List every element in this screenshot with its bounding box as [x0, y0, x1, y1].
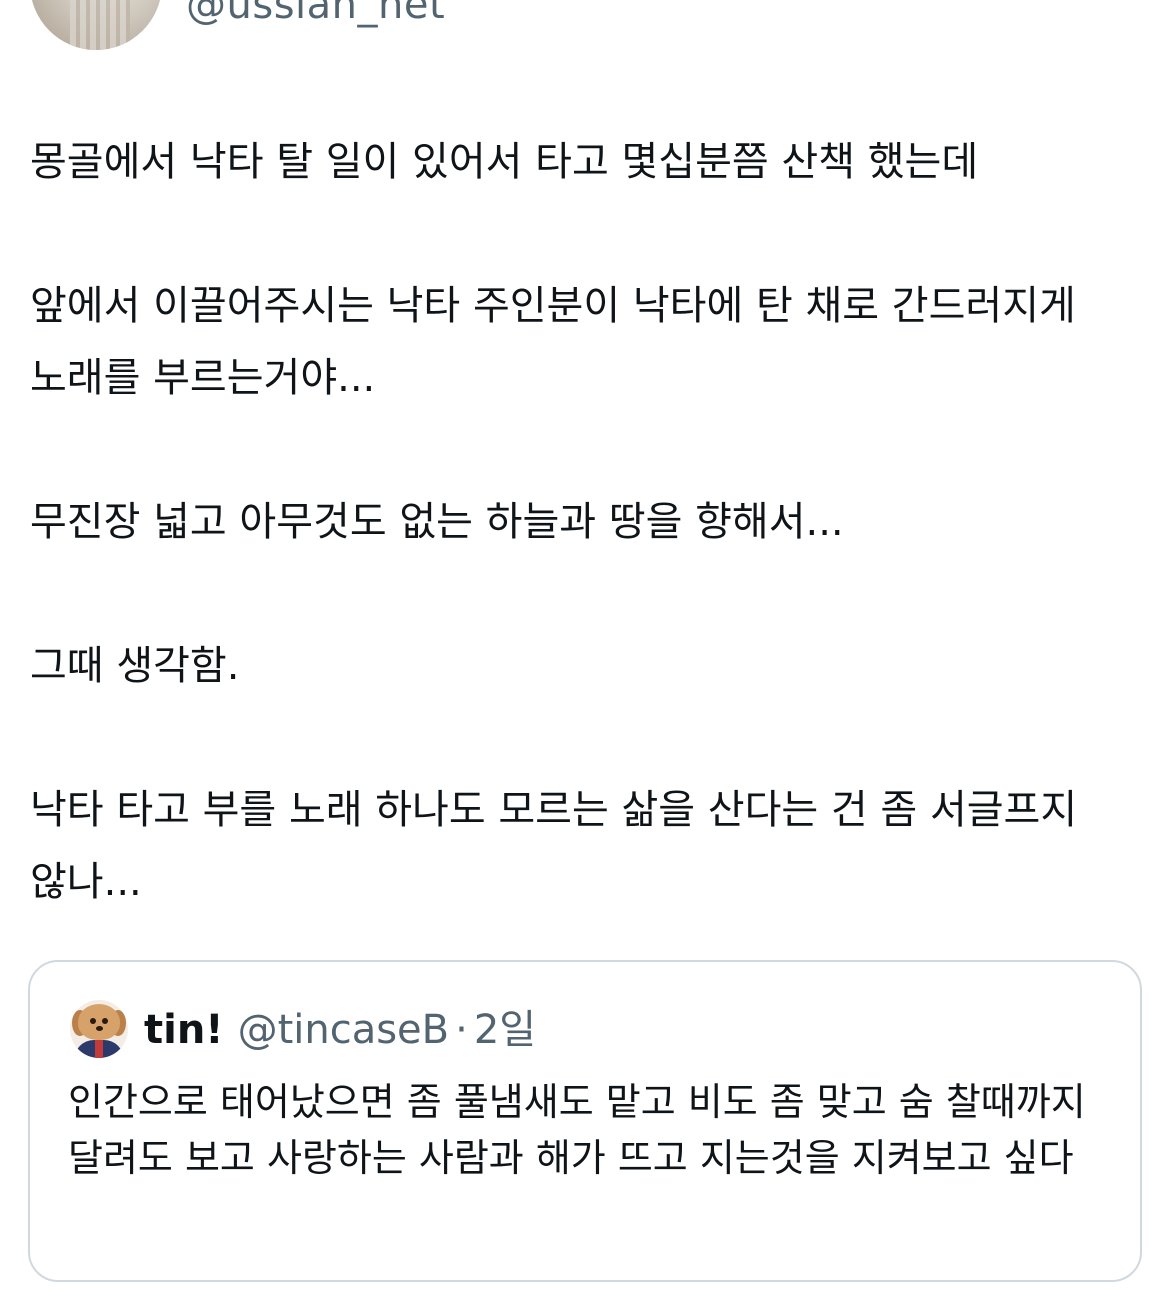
- dog-face: [78, 1004, 120, 1040]
- dog-eye-right: [102, 1018, 108, 1024]
- quoted-author-name[interactable]: tin!: [144, 1007, 224, 1053]
- tweet-paragraph: 낙타 타고 부를 노래 하나도 모르는 삶을 산다는 건 좀 서글프지 않나..…: [30, 787, 1078, 905]
- tweet-paragraph: 몽골에서 낙타 탈 일이 있어서 타고 몇십분쯤 산책 했는데: [30, 139, 979, 185]
- tweet-paragraph: 무진장 넓고 아무것도 없는 하늘과 땅을 향해서...: [30, 499, 844, 545]
- tweet-header: @ussian_net: [0, 0, 1170, 60]
- quoted-tweet-card[interactable]: tin! @tincaseB · 2일 인간으로 태어났으면 좀 풀냄새도 맡고 비도…: [28, 960, 1142, 1282]
- quoted-tweet-text: 인간으로 태어났으면 좀 풀냄새도 맡고 비도 좀 맞고 숨 찰때까지 달려도 …: [68, 1080, 1086, 1180]
- dog-tie: [95, 1040, 103, 1058]
- tweet-paragraph: 그때 생각함.: [30, 643, 240, 689]
- author-avatar[interactable]: [30, 0, 162, 50]
- dog-eye-left: [90, 1018, 96, 1024]
- quoted-tweet-time[interactable]: 2일: [474, 1007, 536, 1053]
- quoted-author-handle[interactable]: @tincaseB: [238, 1007, 450, 1053]
- avatar-photo-detail: [70, 0, 130, 50]
- dog-nose: [96, 1026, 103, 1031]
- author-handle[interactable]: @ussian_net: [186, 0, 445, 28]
- quoted-tweet-meta: tin! @tincaseB · 2일: [144, 1004, 536, 1056]
- meta-separator: ·: [455, 1007, 468, 1053]
- tweet-paragraph: 앞에서 이끌어주시는 낙타 주인분이 낙타에 탄 채로 간드러지게 노래를 부르…: [30, 283, 1076, 401]
- tweet-body: 몽골에서 낙타 탈 일이 있어서 타고 몇십분쯤 산책 했는데 앞에서 이끌어주…: [30, 126, 1150, 990]
- puppy-in-suit-icon[interactable]: [70, 1000, 128, 1058]
